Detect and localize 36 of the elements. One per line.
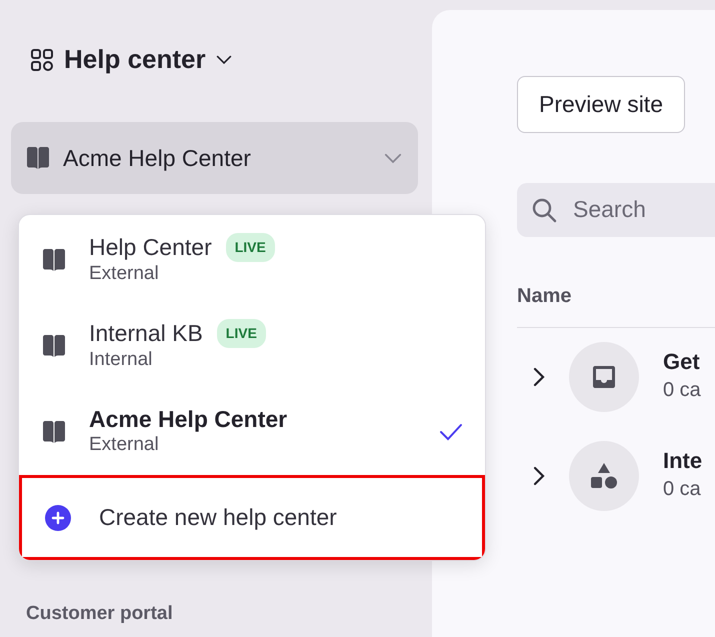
create-help-center-button[interactable]: Create new help center (19, 475, 485, 560)
search-icon (531, 196, 557, 222)
page-title: Help center (64, 44, 206, 76)
book-icon (41, 248, 67, 272)
option-title: Acme Help Center (89, 406, 288, 434)
category-title: Inte (663, 448, 702, 474)
help-center-option[interactable]: Acme Help Center External (19, 389, 485, 475)
category-subtitle: 0 ca (663, 477, 702, 502)
column-header: Name (517, 280, 715, 328)
option-title: Help Center (89, 234, 212, 262)
plus-icon (45, 504, 71, 530)
status-badge: LIVE (216, 319, 266, 348)
chevron-right-icon[interactable] (533, 367, 545, 387)
apps-icon (30, 48, 54, 72)
help-center-option[interactable]: Internal KB LIVE Internal (19, 303, 485, 389)
search-field[interactable]: Search (517, 182, 715, 236)
inbox-icon (590, 363, 618, 391)
shapes-icon (589, 461, 619, 491)
book-icon (25, 146, 51, 170)
option-subtitle: External (89, 262, 160, 286)
section-heading: Customer portal (26, 602, 173, 626)
category-title: Get (663, 348, 701, 376)
status-badge: LIVE (226, 233, 275, 262)
option-subtitle: External (89, 433, 160, 458)
option-subtitle: Internal (89, 348, 154, 372)
check-icon (439, 423, 463, 441)
help-center-selector[interactable]: Acme Help Center (11, 122, 418, 194)
chevron-right-icon[interactable] (533, 466, 545, 486)
preview-site-button[interactable]: Preview site (517, 76, 685, 132)
category-subtitle: 0 ca (663, 378, 701, 404)
chevron-down-icon (384, 152, 402, 164)
chevron-down-icon (216, 54, 232, 64)
option-title: Internal KB (89, 320, 203, 348)
help-center-option[interactable]: Help Center LIVE External (19, 217, 485, 303)
book-icon (41, 334, 67, 358)
book-icon (41, 420, 67, 444)
